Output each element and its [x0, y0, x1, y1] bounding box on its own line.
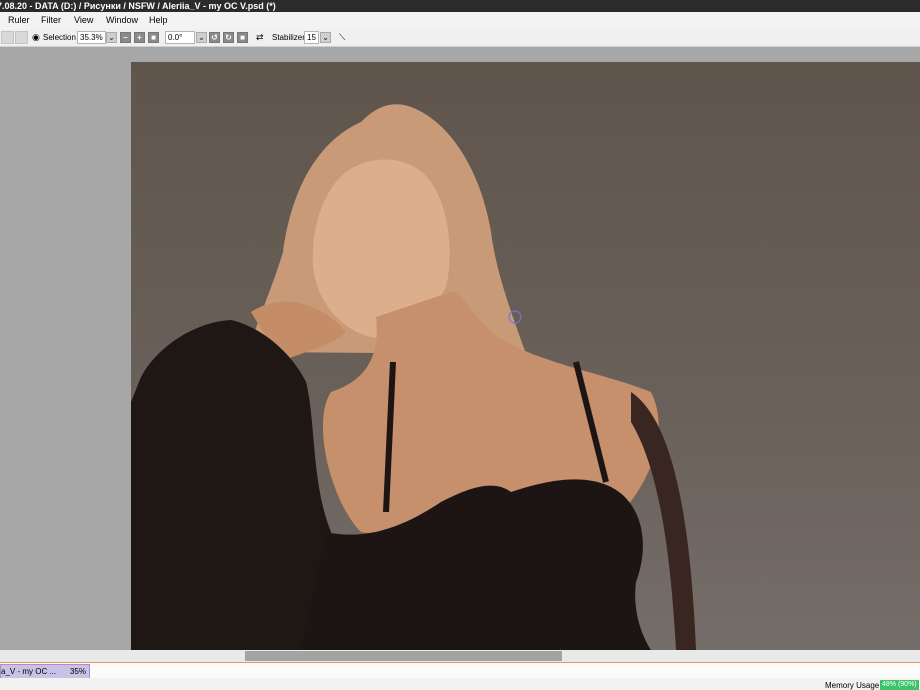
selection-label[interactable]: Selection [43, 32, 76, 43]
window-title: 7.08.20 - DATA (D:) / Рисунки / NSFW / A… [0, 1, 276, 11]
status-bar: Memory Usage 48% (90%) [0, 678, 920, 690]
scrollbar-thumb[interactable] [245, 651, 562, 661]
menu-filter[interactable]: Filter [41, 15, 61, 26]
menu-window[interactable]: Window [106, 15, 138, 26]
stabilizer-field[interactable]: 15 [304, 31, 319, 44]
horizontal-scrollbar[interactable] [0, 650, 920, 662]
stabilizer-dropdown-button[interactable]: ⌄ [320, 32, 331, 43]
menu-help[interactable]: Help [149, 15, 168, 26]
rotation-dropdown-button[interactable]: ⌄ [196, 32, 207, 43]
memory-usage-value: 48% (90%) [880, 680, 919, 690]
menu-bar: Ruler Filter View Window Help [0, 12, 920, 30]
flip-icon[interactable]: ⇄ [256, 32, 264, 43]
title-bar: 7.08.20 - DATA (D:) / Рисунки / NSFW / A… [0, 0, 920, 12]
menu-view[interactable]: View [74, 15, 93, 26]
plus-icon[interactable]: + [134, 32, 145, 43]
tool-slot-button[interactable] [15, 31, 28, 44]
rotate-ccw-icon[interactable]: ↺ [209, 32, 220, 43]
document-tab[interactable]: a_V - my OC ... 35% [0, 664, 90, 679]
tool-slot-button[interactable] [1, 31, 14, 44]
reset-icon[interactable]: ■ [237, 32, 248, 43]
document-tab-zoom: 35% [69, 667, 86, 676]
document-tab-name: a_V - my OC ... [1, 667, 57, 676]
rotation-field[interactable]: 0.0° [165, 31, 195, 44]
zoom-field[interactable]: 35.3% [77, 31, 106, 44]
zoom-dropdown-button[interactable]: ⌄ [106, 32, 117, 43]
memory-usage-label: Memory Usage [825, 681, 880, 690]
stabilizer-label: Stabilizer [272, 33, 305, 42]
tool-options-bar: ◉ Selection 35.3% ⌄ – + ■ 0.0° ⌄ ↺ ↻ ■ ⇄… [0, 29, 920, 47]
artwork [131, 104, 696, 650]
document-tab-bar: a_V - my OC ... 35% [0, 663, 920, 679]
rotate-cw-icon[interactable]: ↻ [223, 32, 234, 43]
eye-icon[interactable]: ◉ [32, 32, 40, 43]
minus-icon[interactable]: – [120, 32, 131, 43]
sleeve-shape [631, 392, 696, 650]
diagonal-line-icon[interactable]: ⟍ [339, 32, 345, 43]
jacket-shape [131, 320, 331, 650]
zoom-fit-button[interactable]: ■ [148, 32, 159, 43]
menu-ruler[interactable]: Ruler [8, 15, 30, 26]
drawing-canvas[interactable] [131, 62, 920, 650]
